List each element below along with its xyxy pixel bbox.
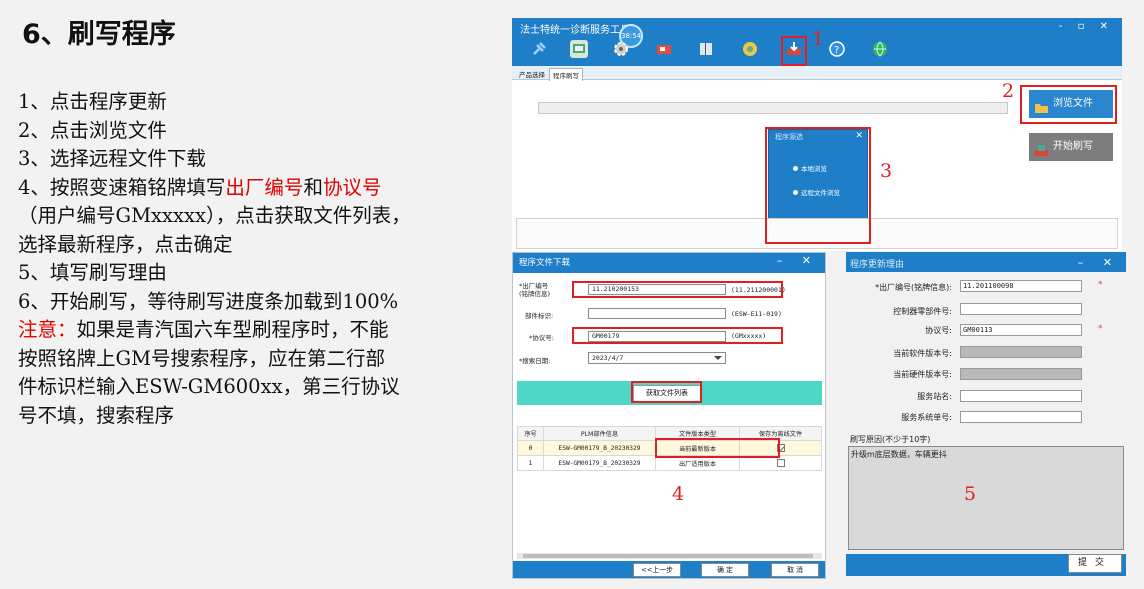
start-flash-label: 开始刷写 bbox=[1053, 141, 1093, 152]
start-flash-button[interactable]: 开始刷写 bbox=[1029, 133, 1113, 161]
gauge-icon[interactable] bbox=[741, 40, 759, 58]
reason-window-screenshot: 程序更新理由 – ✕ *出厂编号(铭牌信息): 11.201100098 * 控… bbox=[846, 252, 1126, 576]
part-id-input[interactable] bbox=[588, 308, 726, 319]
reason-protocol-input[interactable]: GM00113 bbox=[960, 324, 1082, 336]
chevron-down-icon bbox=[714, 356, 722, 360]
reason-title: 程序更新理由 bbox=[850, 260, 905, 270]
highlight-latest-version bbox=[655, 438, 780, 458]
part-id-label: 部件标识: bbox=[525, 312, 554, 320]
note-line-4: 号不填，搜索程序 bbox=[18, 403, 175, 427]
hw-version-input bbox=[960, 368, 1082, 380]
offline-checkbox[interactable] bbox=[776, 459, 785, 467]
horizontal-scrollbar[interactable] bbox=[517, 553, 822, 559]
col-index: 序号 bbox=[517, 426, 544, 441]
highlight-browse-file bbox=[1020, 85, 1117, 124]
step-3: 3、选择远程文件下载 bbox=[18, 147, 206, 170]
app-title: 法士特统一诊断服务工具 bbox=[520, 25, 630, 36]
step-5: 5、填写刷写理由 bbox=[18, 261, 167, 284]
instruction-steps: 1、点击程序更新 2、点击浏览文件 3、选择远程文件下载 4、按照变速箱铭牌填写… bbox=[18, 88, 488, 430]
tab-product-select[interactable]: 产品选择 bbox=[516, 68, 548, 80]
row-index: 1 bbox=[517, 455, 544, 471]
highlight-fetch-button bbox=[631, 381, 702, 403]
scrollbar-thumb[interactable] bbox=[523, 554, 813, 558]
service-order-label: 服务系统单号: bbox=[901, 413, 952, 422]
download-window-screenshot: 程序文件下载 – ✕ *出厂编号 (铭牌信息) 11.210200153 (11… bbox=[512, 252, 826, 579]
step-4-cont: （用户编号GMxxxxx），点击获取文件列表， bbox=[18, 204, 411, 227]
submit-button[interactable]: 提交 bbox=[1068, 554, 1122, 573]
note-label: 注意： bbox=[18, 318, 77, 341]
help-icon[interactable]: ? bbox=[828, 40, 846, 58]
reason-window-controls[interactable]: – ✕ bbox=[1078, 256, 1120, 269]
row-plm: ESW-GM00179_B_20230329 bbox=[543, 455, 656, 471]
gear-icon[interactable] bbox=[612, 40, 630, 58]
part-id-hint: (ESW-E11-019) bbox=[731, 310, 782, 318]
annotation-2: 2 bbox=[1002, 80, 1015, 102]
col-plm: PLM部件信息 bbox=[543, 426, 656, 441]
highlight-protocol-field bbox=[572, 327, 783, 344]
step-4-cont-2: 选择最新程序，点击确定 bbox=[18, 232, 233, 256]
required-mark: * bbox=[1098, 280, 1103, 290]
annotation-4: 4 bbox=[672, 483, 685, 505]
step-2: 2、点击浏览文件 bbox=[18, 118, 167, 142]
note-line-3: 件标识栏输入ESW-GM600xx，第三行协议 bbox=[18, 375, 400, 398]
row-plm: ESW-GM00179_B_20230329 bbox=[543, 440, 656, 456]
required-mark: * bbox=[1098, 324, 1103, 334]
controller-part-label: 控制器零部件号: bbox=[893, 307, 952, 316]
note-line-2: 按照铭牌上GM号搜索程序，应在第二行部 bbox=[18, 346, 386, 370]
hw-version-label: 当前硬件版本号: bbox=[893, 370, 952, 379]
download-cancel-button[interactable]: 取 消 bbox=[771, 563, 819, 577]
download-ok-button[interactable]: 确 定 bbox=[701, 563, 749, 577]
flash-reason-label: 刷写原因(不少于10字) bbox=[850, 435, 931, 444]
highlight-program-update bbox=[781, 36, 807, 66]
annotation-5: 5 bbox=[964, 483, 977, 505]
reason-serial-label: *出厂编号(铭牌信息): bbox=[875, 283, 952, 292]
search-date-select[interactable]: 2023/4/7 bbox=[588, 352, 726, 364]
main-tabs: 产品选择 程序刷写 bbox=[512, 66, 1122, 81]
slide-title: 6、刷写程序 bbox=[22, 19, 176, 50]
row-index: 0 bbox=[517, 440, 544, 456]
globe-icon[interactable] bbox=[871, 40, 889, 58]
step-6: 6、开始刷写，等待刷写进度条加载到100% bbox=[18, 289, 399, 313]
flash-icon bbox=[1035, 140, 1048, 156]
download-titlebar: 程序文件下载 – ✕ bbox=[513, 253, 825, 273]
annotation-3: 3 bbox=[880, 160, 893, 182]
flash-reason-textarea[interactable]: 升级m底层数据，车辆更抖 bbox=[848, 446, 1124, 550]
highlight-serial-field bbox=[572, 281, 783, 298]
highlight-source-dialog bbox=[765, 127, 871, 244]
diagnose-icon[interactable] bbox=[570, 40, 588, 58]
reason-serial-input[interactable]: 11.201100098 bbox=[960, 280, 1082, 292]
window-controls[interactable]: - ▫ ✕ bbox=[1059, 21, 1114, 32]
step-4-conj: 和 bbox=[303, 175, 323, 199]
protocol-label: *协议号: bbox=[529, 334, 554, 342]
serial-label: *出厂编号 (铭牌信息) bbox=[519, 282, 551, 298]
step-1: 1、点击程序更新 bbox=[18, 90, 167, 113]
book-icon[interactable] bbox=[697, 40, 715, 58]
download-title: 程序文件下载 bbox=[519, 258, 571, 268]
prev-step-button[interactable]: <<上一步 bbox=[633, 563, 681, 577]
reason-protocol-label: 协议号: bbox=[925, 326, 952, 335]
flash-progress-bar bbox=[538, 102, 1008, 114]
station-name-label: 服务站名: bbox=[917, 392, 952, 401]
search-date-value: 2023/4/7 bbox=[592, 354, 624, 362]
svg-text:?: ? bbox=[834, 45, 839, 56]
download-window-controls[interactable]: – ✕ bbox=[777, 254, 819, 267]
annotation-1: 1 bbox=[812, 28, 825, 50]
plug-icon[interactable] bbox=[530, 40, 548, 58]
sw-version-input bbox=[960, 346, 1082, 358]
parameters-icon[interactable] bbox=[655, 40, 673, 58]
tab-program-flash[interactable]: 程序刷写 bbox=[549, 68, 583, 81]
step-4: 4、按照变速箱铭牌填写出厂编号和协议号 bbox=[18, 174, 488, 203]
station-name-input[interactable] bbox=[960, 390, 1082, 402]
serial-number-highlight: 出厂编号 bbox=[225, 175, 304, 199]
note-line-1: 注意：如果是青汽国六车型刷程序时，不能 bbox=[18, 316, 488, 345]
step-4-text: 4、按照变速箱铭牌填写 bbox=[18, 175, 226, 199]
sw-version-label: 当前软件版本号: bbox=[893, 349, 952, 358]
protocol-number-highlight: 协议号 bbox=[322, 175, 382, 199]
note-text: 如果是青汽国六车型刷程序时，不能 bbox=[76, 318, 389, 341]
download-footer: <<上一步 确 定 取 消 bbox=[513, 561, 825, 578]
controller-part-input[interactable] bbox=[960, 303, 1082, 315]
search-date-label: *搜索日期: bbox=[519, 357, 551, 365]
service-order-input[interactable] bbox=[960, 411, 1082, 423]
